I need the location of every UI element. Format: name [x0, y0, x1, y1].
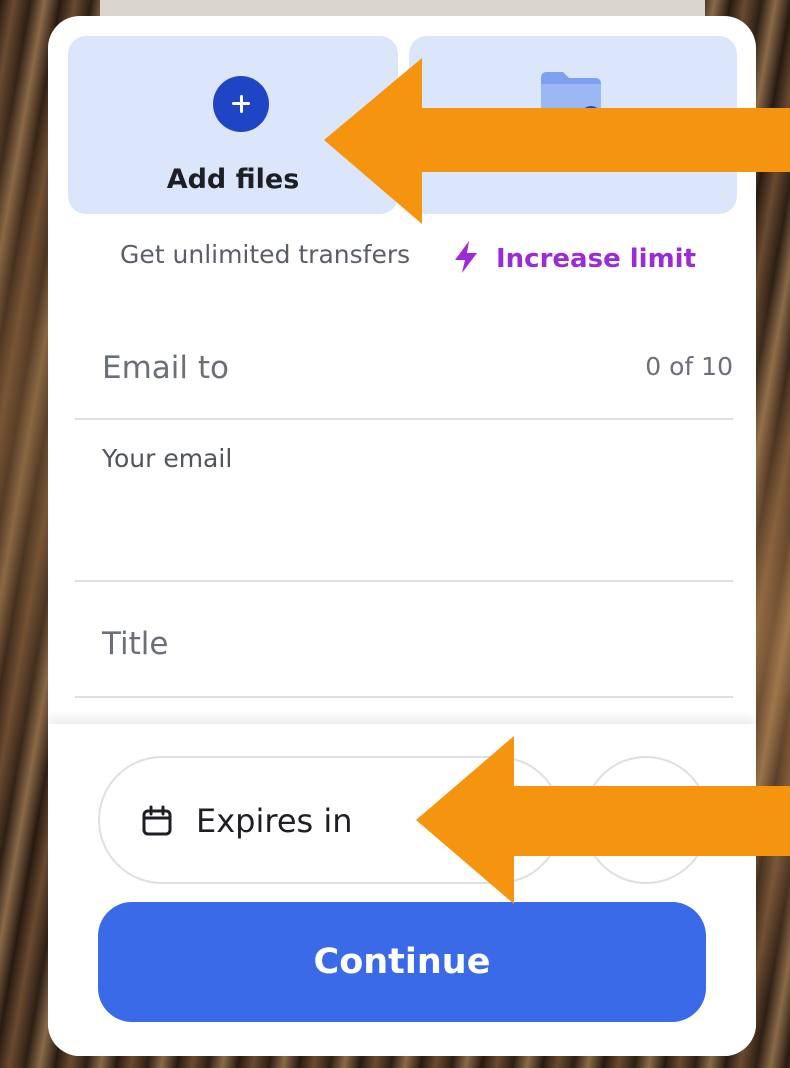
title-label: Title — [102, 626, 169, 662]
add-files-label: Add files — [166, 164, 300, 195]
add-folder-button[interactable] — [409, 36, 737, 214]
email-to-label: Email to — [102, 350, 229, 386]
extra-option-button[interactable] — [583, 756, 709, 884]
expires-in-button[interactable]: Expires in — [98, 756, 562, 884]
recipient-count: 0 of 10 — [645, 352, 733, 381]
folder-icon — [541, 72, 601, 124]
options-footer: Expires in Continue — [48, 724, 756, 1056]
your-email-label: Your email — [102, 444, 233, 473]
title-field[interactable]: Title — [75, 584, 733, 698]
add-files-button[interactable]: Add files — [68, 36, 398, 214]
expires-in-label: Expires in — [196, 802, 353, 840]
lightning-bolt-icon — [455, 241, 477, 273]
unlimited-transfers-text: Get unlimited transfers — [120, 240, 411, 269]
increase-limit-link[interactable]: Increase limit — [496, 244, 696, 274]
plus-circle-icon — [213, 76, 269, 132]
email-to-field[interactable]: Email to 0 of 10 — [75, 326, 733, 420]
calendar-icon — [142, 805, 172, 836]
transfer-limit-row: Get unlimited transfers Increase limit — [48, 238, 756, 278]
continue-button[interactable]: Continue — [98, 902, 706, 1022]
your-email-field[interactable]: Your email — [75, 420, 733, 582]
transfer-panel: Add files Get unlimited transfers Increa… — [48, 16, 756, 1056]
